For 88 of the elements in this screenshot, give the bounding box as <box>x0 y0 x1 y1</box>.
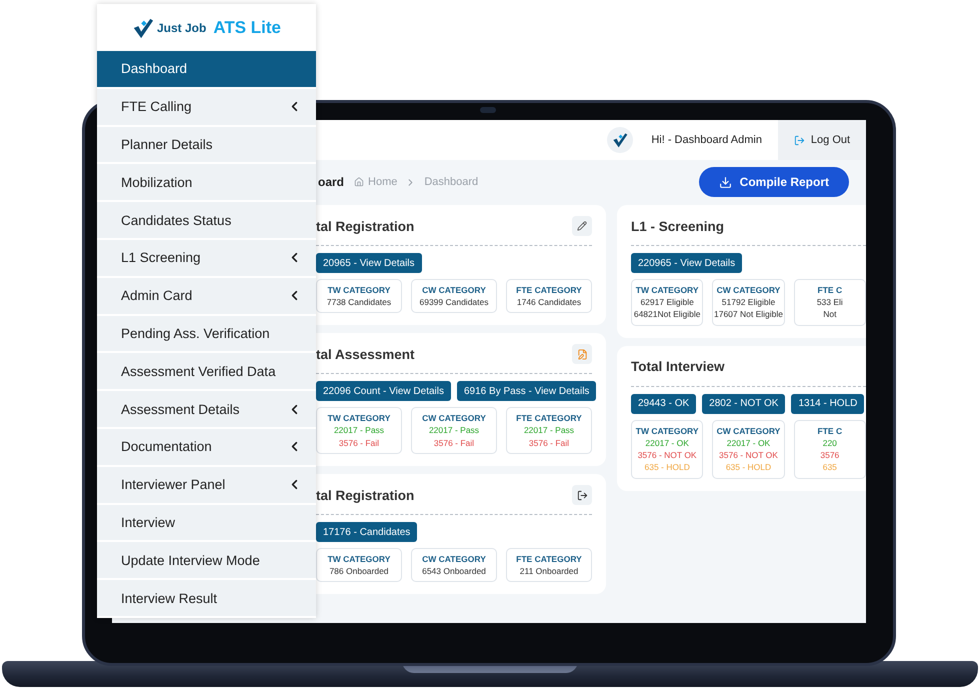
sidebar-item[interactable]: Pending Ass. Verification <box>97 316 316 352</box>
category-count: 635 - HOLD <box>644 463 690 473</box>
sidebar-item[interactable]: Dashboard <box>97 51 316 87</box>
sidebar-item[interactable]: Assessment Details <box>97 391 316 427</box>
category-count: 22017 - Pass <box>428 426 480 436</box>
logo-check-icon <box>132 16 154 38</box>
logo-brand: Just Job <box>156 20 206 34</box>
category-name: TW CATEGORY <box>636 426 699 436</box>
sidebar-item[interactable]: FTE Calling <box>97 88 316 125</box>
sidebar-item[interactable]: Interviewer Panel <box>97 466 316 503</box>
category-name: CW CATEGORY <box>716 426 780 436</box>
sidebar-item[interactable]: Documentation <box>97 428 316 465</box>
count-chip[interactable]: 29443 - OK <box>631 394 696 414</box>
category-name: FTE C <box>818 285 842 295</box>
sidebar-item[interactable]: Mobilization <box>97 164 316 200</box>
category-name: FTE C <box>818 426 842 436</box>
category-count: 62917 Eligible <box>640 298 694 308</box>
count-chip[interactable]: 20965 - View Details <box>316 253 422 273</box>
sidebar-item[interactable]: Planner Details <box>97 126 316 162</box>
count-chip[interactable]: 17176 - Candidates <box>316 522 418 542</box>
card-action-button[interactable] <box>572 485 592 506</box>
logo-check-icon <box>612 132 628 148</box>
category-name: TW CATEGORY <box>328 554 390 564</box>
card-title: tal Assessment <box>316 346 415 362</box>
category-name: FTE CATEGORY <box>516 554 582 564</box>
category-count: 3576 <box>820 451 840 460</box>
category-name: TW CATEGORY <box>328 285 390 295</box>
category-count: 51792 Eligible <box>722 298 776 308</box>
category-count: 64821Not Eligible <box>634 310 700 320</box>
card-title: tal Registration <box>316 218 414 234</box>
logout-button[interactable]: Log Out <box>778 120 866 160</box>
logout-icon <box>794 134 805 146</box>
sidebar-item[interactable]: Update Interview Mode <box>97 542 316 578</box>
card-title: L1 - Screening <box>631 218 724 234</box>
category-count: 22017 - Pass <box>524 426 574 436</box>
category-count: 17607 Not Eligible <box>714 310 783 320</box>
card-title: tal Registration <box>316 488 414 503</box>
category-count: 220 <box>822 438 837 448</box>
category-count: 786 Onboarded <box>329 567 389 576</box>
category-name: TW CATEGORY <box>328 413 390 424</box>
category-count: 635 <box>822 463 837 473</box>
category-count: 22017 - OK <box>645 438 689 448</box>
category-count: 3576 - Fail <box>434 438 474 448</box>
card-action-button[interactable] <box>572 216 592 236</box>
camera <box>480 107 496 113</box>
compile-report-button[interactable]: Compile Report <box>698 167 849 197</box>
exit-icon <box>576 490 588 501</box>
category-count: 533 Eli <box>816 298 843 308</box>
breadcrumb-current: Dashboard <box>424 176 478 188</box>
category-count: 7738 Candidates <box>326 298 392 308</box>
category-count: 3576 - NOT OK <box>638 451 697 460</box>
document-icon <box>576 348 588 360</box>
sidebar-item[interactable]: L1 Screening <box>97 240 316 276</box>
category-count: 6543 Onboarded <box>422 567 486 576</box>
count-chip[interactable]: 6916 By Pass - View Details <box>457 381 596 402</box>
category-name: CW CATEGORY <box>422 554 486 564</box>
sidebar-item[interactable]: Candidates Status <box>97 202 316 238</box>
user-greeting: Hi! - Dashboard Admin <box>651 134 762 146</box>
sidebar-item[interactable]: Assessment Verified Data <box>97 353 316 390</box>
category-name: CW CATEGORY <box>716 285 780 295</box>
download-icon <box>718 176 732 188</box>
category-count: 3576 - Fail <box>528 438 570 448</box>
category-name: CW CATEGORY <box>422 413 486 424</box>
category-name: CW CATEGORY <box>422 285 486 295</box>
sidebar-item[interactable]: Interview <box>97 504 316 540</box>
category-count: Not <box>823 310 836 320</box>
home-icon <box>354 177 364 187</box>
sidebar-item[interactable]: Admin Card <box>97 278 316 314</box>
category-count: 3576 - Fail <box>338 438 380 448</box>
card-title: Total Interview <box>631 359 725 374</box>
category-count: 211 Onboarded <box>520 567 578 576</box>
category-count: 3576 - NOT OK <box>719 451 778 460</box>
count-chip[interactable]: 2802 - NOT OK <box>702 394 786 414</box>
category-name: FTE CATEGORY <box>516 285 582 295</box>
count-chip[interactable]: 220965 - View Details <box>631 253 742 273</box>
category-count: 22017 - Pass <box>334 426 384 436</box>
category-name: FTE CATEGORY <box>516 413 582 424</box>
logo-product: ATS Lite <box>213 18 282 38</box>
page-title: oard <box>318 175 344 189</box>
pencil-icon <box>577 221 587 231</box>
sidebar-item[interactable]: Interview Result <box>97 580 316 616</box>
category-count: 69399 Candidates <box>419 298 488 308</box>
category-count: 635 - HOLD <box>726 463 772 473</box>
category-count: 22017 - OK <box>726 438 770 448</box>
category-name: TW CATEGORY <box>636 285 699 295</box>
count-chip[interactable]: 1314 - HOLD <box>791 394 864 414</box>
category-count: 1746 Candidates <box>516 298 582 308</box>
count-chip[interactable]: 22096 Count - View Details <box>316 381 451 402</box>
